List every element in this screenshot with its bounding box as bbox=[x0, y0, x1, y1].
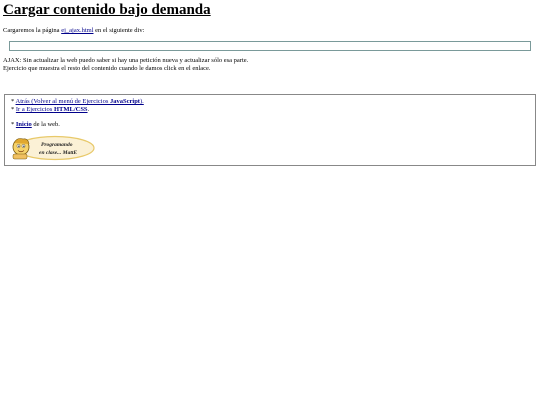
programando-logo-link[interactable]: Programando en clase... MattE bbox=[9, 135, 95, 161]
logo-text-line-1: Programando bbox=[41, 142, 73, 148]
exercises-link-bold: HTML/CSS bbox=[53, 106, 88, 113]
logo-text-line-2: en clase... MattE bbox=[39, 150, 77, 156]
home-link-bold: Inicio bbox=[15, 121, 32, 128]
intro-text-before: Cargaremos la página bbox=[3, 27, 62, 34]
back-link-text: Atrás (Volver al menú de Ejercicios bbox=[15, 98, 110, 105]
ajax-notes: AJAX: Sin actualizar la web puedo saber … bbox=[3, 57, 248, 73]
nav-exercises-line: * Ir a Ejercicios HTML/CSS. bbox=[11, 106, 89, 113]
exercises-link-after: . bbox=[87, 106, 90, 113]
ajax-note-1: AJAX: Sin actualizar la web puedo saber … bbox=[3, 57, 249, 64]
page-title: Cargar contenido bajo demanda bbox=[3, 2, 211, 18]
navigation-box: * Atrás (Volver al menú de Ejercicios Ja… bbox=[4, 94, 536, 166]
programando-logo: Programando en clase... MattE bbox=[12, 135, 95, 161]
home-link-after: de la web. bbox=[31, 121, 60, 128]
ajax-note-2: Ejercicio que muestra el resto del conte… bbox=[3, 65, 211, 72]
html-css-exercises-link[interactable]: Ir a Ejercicios HTML/CSS bbox=[16, 106, 88, 113]
back-link-bold: JavaScript bbox=[110, 98, 140, 105]
exercises-link-text: Ir a Ejercicios bbox=[15, 106, 54, 113]
nav-home-line: * Inicio de la web. bbox=[11, 121, 60, 128]
back-link-after: ). bbox=[139, 98, 144, 105]
back-to-javascript-link[interactable]: Atrás (Volver al menú de Ejercicios Java… bbox=[16, 98, 144, 105]
mascot-icon bbox=[12, 138, 30, 160]
intro-text: Cargaremos la página ej_ajax.html en el … bbox=[3, 27, 144, 34]
ej-ajax-link[interactable]: ej_ajax.html bbox=[61, 27, 93, 34]
nav-back-line: * Atrás (Volver al menú de Ejercicios Ja… bbox=[11, 98, 144, 105]
intro-text-after: en el siguiente div: bbox=[93, 27, 145, 34]
home-link[interactable]: Inicio bbox=[16, 121, 32, 128]
content-target-div bbox=[9, 41, 531, 51]
